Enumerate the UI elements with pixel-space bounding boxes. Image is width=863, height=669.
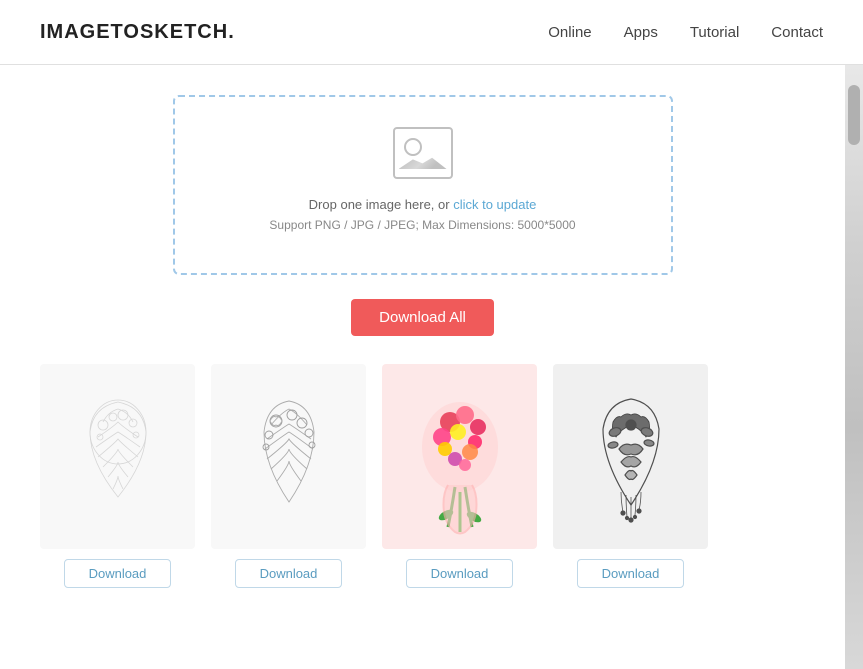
- drop-link[interactable]: click to update: [453, 197, 536, 212]
- gallery-item: Download: [553, 364, 708, 588]
- header: IMAGETOSKETCH. Online Apps Tutorial Cont…: [0, 0, 863, 65]
- drop-support-text: Support PNG / JPG / JPEG; Max Dimensions…: [269, 218, 575, 232]
- sketch-svg-2: [229, 377, 349, 537]
- download-button-1[interactable]: Download: [64, 559, 172, 588]
- gallery: Download: [40, 364, 805, 588]
- download-all-wrap: Download All: [40, 299, 805, 336]
- logo: IMAGETOSKETCH.: [40, 21, 235, 44]
- download-button-2[interactable]: Download: [235, 559, 343, 588]
- gallery-image-3: [382, 364, 537, 549]
- gallery-image-4: [553, 364, 708, 549]
- gallery-image-1: [40, 364, 195, 549]
- nav-apps[interactable]: Apps: [624, 24, 658, 41]
- nav-online[interactable]: Online: [548, 24, 591, 41]
- main-content: Drop one image here, or click to update …: [0, 65, 845, 669]
- page-wrapper: Drop one image here, or click to update …: [0, 65, 863, 669]
- nav-contact[interactable]: Contact: [771, 24, 823, 41]
- download-all-button[interactable]: Download All: [351, 299, 494, 336]
- download-button-3[interactable]: Download: [406, 559, 514, 588]
- gallery-item: Download: [40, 364, 195, 588]
- nav-tutorial[interactable]: Tutorial: [690, 24, 739, 41]
- sketch-svg-1: [58, 377, 178, 537]
- nav: Online Apps Tutorial Contact: [548, 24, 823, 41]
- gallery-image-2: [211, 364, 366, 549]
- sketch-svg-3: [400, 377, 520, 537]
- gallery-item: Download: [211, 364, 366, 588]
- drop-text: Drop one image here, or click to update: [309, 197, 537, 212]
- sketch-svg-4: [571, 377, 691, 537]
- image-placeholder-icon: [393, 127, 453, 179]
- scrollbar-thumb[interactable]: [848, 85, 860, 145]
- download-button-4[interactable]: Download: [577, 559, 685, 588]
- gallery-item: Download: [382, 364, 537, 588]
- drop-zone[interactable]: Drop one image here, or click to update …: [173, 95, 673, 275]
- scrollbar[interactable]: [845, 65, 863, 669]
